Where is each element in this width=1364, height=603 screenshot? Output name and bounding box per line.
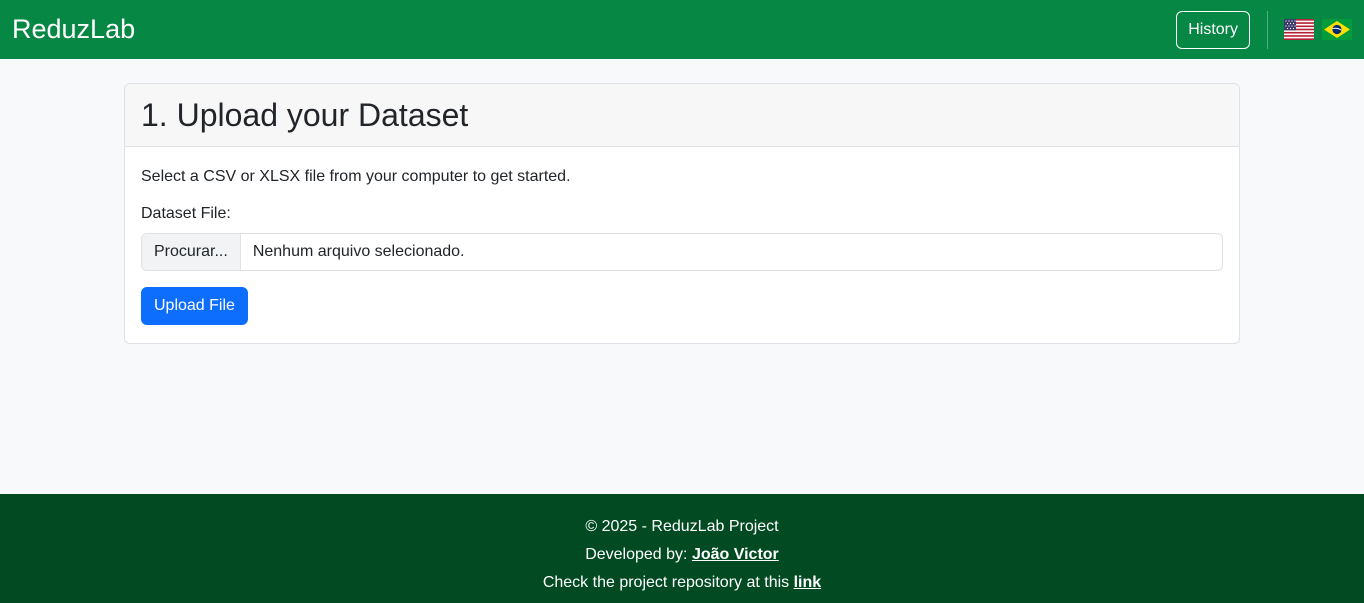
repository-link[interactable]: link (794, 574, 822, 591)
developer-link[interactable]: João Victor (692, 546, 779, 563)
navbar: ReduzLab History (0, 0, 1364, 59)
navbar-right: History (1176, 0, 1352, 59)
file-status-text: Nenhum arquivo selecionado. (252, 243, 465, 260)
brazil-flag-icon[interactable] (1322, 19, 1352, 40)
us-flag-icon[interactable] (1284, 19, 1314, 40)
navbar-divider (1267, 10, 1268, 49)
card-title: 1. Upload your Dataset (141, 96, 469, 133)
browse-button[interactable]: Procurar... (142, 234, 241, 270)
card-header: 1. Upload your Dataset (125, 84, 1239, 147)
footer-copyright: © 2025 - ReduzLab Project (585, 518, 779, 535)
footer-repo-line: Check the project repository at this lin… (0, 569, 1364, 597)
card-body: Select a CSV or XLSX file from your comp… (125, 147, 1239, 341)
card-intro-text: Select a CSV or XLSX file from your comp… (141, 168, 571, 185)
footer: © 2025 - ReduzLab Project Developed by: … (0, 494, 1364, 603)
footer-repo-prefix: Check the project repository at this (542, 574, 794, 591)
footer-developer-line: Developed by: João Victor (0, 541, 1364, 569)
upload-file-button[interactable]: Upload File (141, 287, 248, 325)
dataset-file-label: Dataset File: (141, 205, 231, 222)
history-button[interactable]: History (1176, 10, 1250, 49)
dataset-file-input[interactable]: Procurar... Nenhum arquivo selecionado. (141, 233, 1223, 271)
upload-card: 1. Upload your Dataset Select a CSV or X… (124, 83, 1240, 344)
footer-developed-prefix: Developed by: (585, 546, 692, 563)
brand-logo[interactable]: ReduzLab (12, 0, 135, 59)
